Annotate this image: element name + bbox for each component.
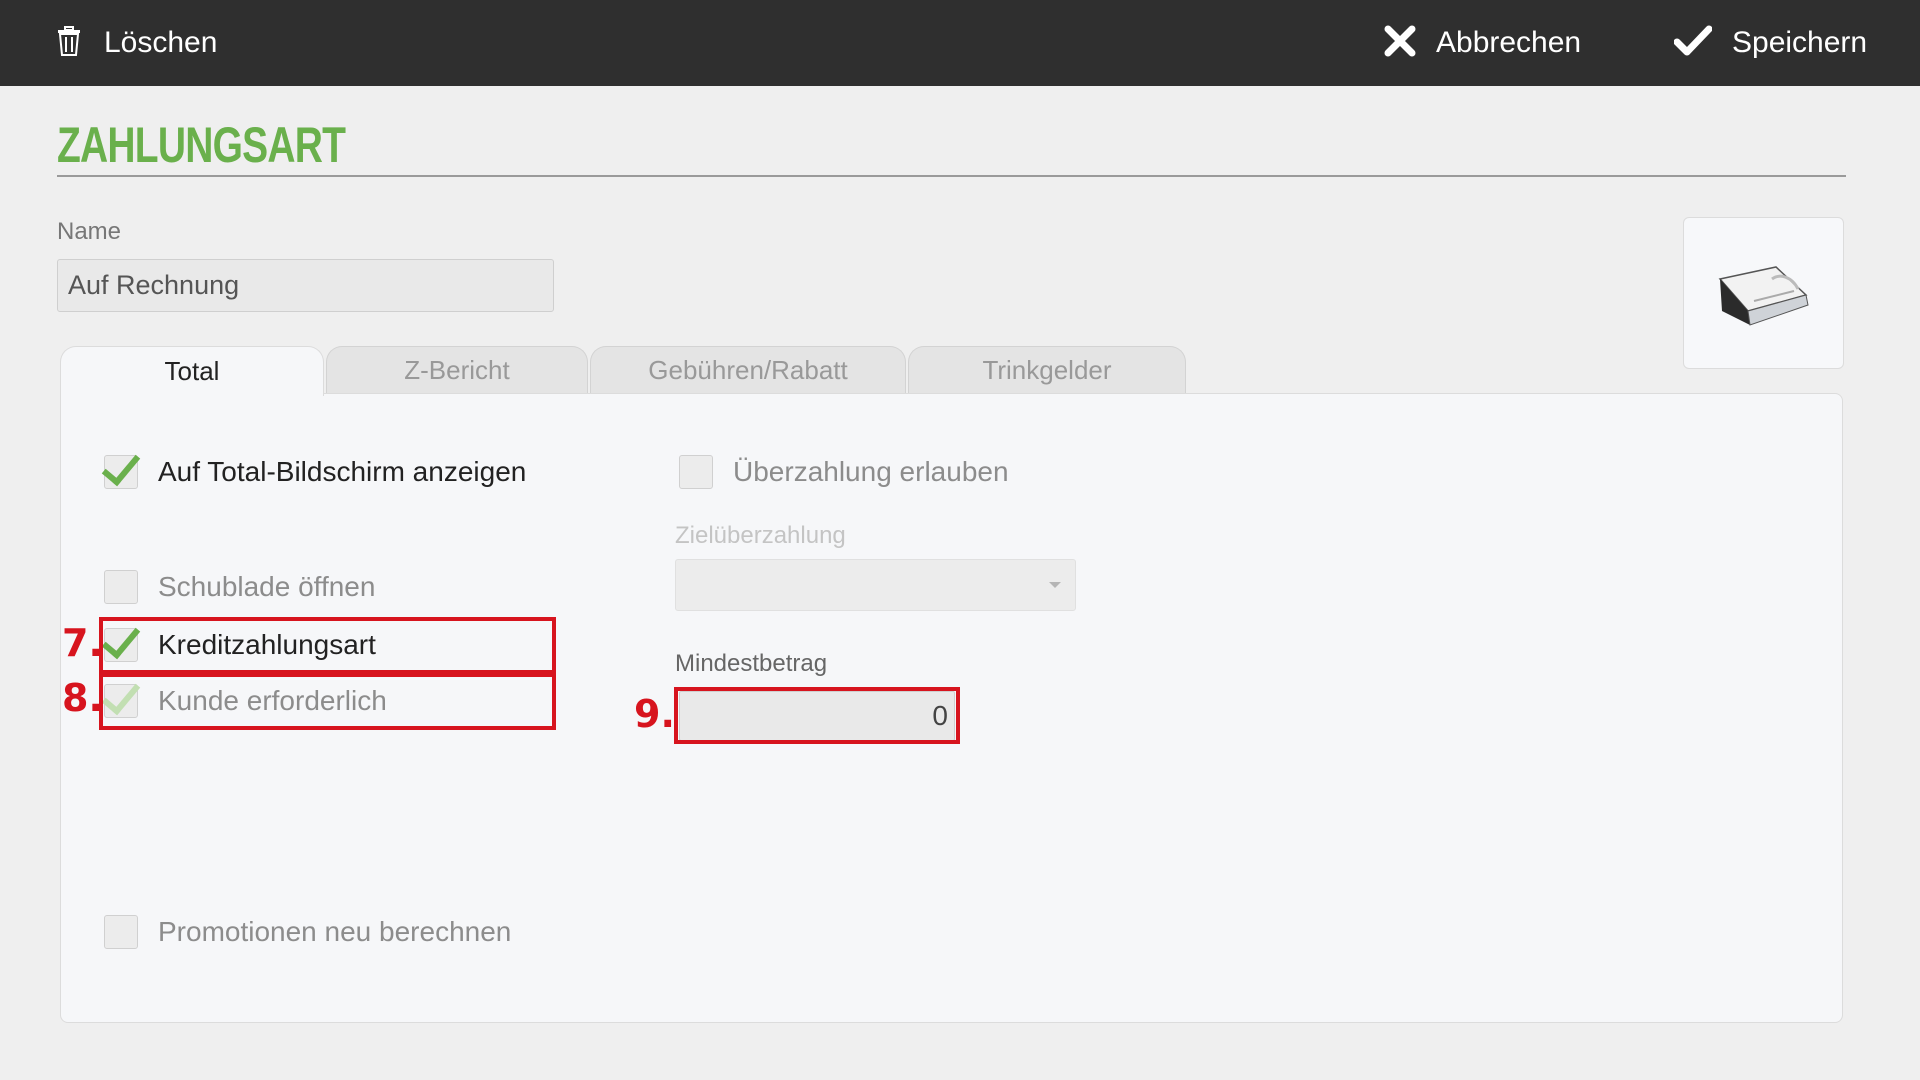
annotation-box-9	[674, 687, 960, 744]
checkbox-box	[104, 915, 138, 949]
allow-overpayment-label: Überzahlung erlauben	[733, 456, 1009, 487]
allow-overpayment-checkbox[interactable]: Überzahlung erlauben	[679, 455, 1009, 489]
save-button[interactable]: Speichern	[1673, 0, 1868, 86]
checkbox-box	[104, 570, 138, 604]
annotation-box-8	[99, 673, 556, 730]
recalc-promotions-checkbox[interactable]: Promotionen neu berechnen	[104, 915, 511, 949]
annotation-number-8: 8.	[62, 676, 103, 720]
close-icon	[1384, 25, 1416, 62]
chevron-down-icon	[1049, 582, 1061, 588]
name-label: Name	[57, 218, 122, 245]
cancel-button[interactable]: Abbrechen	[1384, 0, 1581, 86]
annotation-number-9: 9.	[634, 692, 675, 736]
check-icon	[1673, 25, 1713, 62]
tab-z-bericht[interactable]: Z-Bericht	[326, 346, 588, 394]
tab-gebuehren-rabatt[interactable]: Gebühren/Rabatt	[590, 346, 906, 394]
title-divider	[57, 175, 1846, 177]
target-overpayment-label: Zielüberzahlung	[675, 522, 846, 549]
target-overpayment-select[interactable]	[675, 559, 1076, 611]
trash-icon	[56, 25, 82, 61]
payment-image-button[interactable]	[1683, 217, 1844, 369]
checkbox-box	[679, 455, 713, 489]
delete-label: Löschen	[104, 26, 218, 59]
minimum-amount-label: Mindestbetrag	[675, 650, 828, 677]
tab-trinkgelder[interactable]: Trinkgelder	[908, 346, 1186, 394]
top-toolbar: Löschen Abbrechen Speichern	[0, 0, 1920, 86]
recalc-promotions-label: Promotionen neu berechnen	[158, 916, 512, 947]
tab-total[interactable]: Total	[60, 346, 324, 396]
show-on-total-label: Auf Total-Bildschirm anzeigen	[158, 456, 527, 487]
cancel-label: Abbrechen	[1436, 26, 1582, 59]
checkbox-box	[101, 445, 141, 489]
payment-image-icon	[1714, 255, 1814, 332]
page-title: ZAHLUNGSART	[57, 117, 346, 173]
open-drawer-label: Schublade öffnen	[158, 571, 376, 602]
save-label: Speichern	[1732, 26, 1868, 59]
show-on-total-checkbox[interactable]: Auf Total-Bildschirm anzeigen	[101, 445, 527, 489]
annotation-number-7: 7.	[62, 621, 103, 665]
open-drawer-checkbox[interactable]: Schublade öffnen	[104, 570, 375, 604]
annotation-box-7	[99, 617, 556, 674]
name-input[interactable]	[57, 259, 554, 312]
delete-button[interactable]: Löschen	[56, 0, 217, 86]
